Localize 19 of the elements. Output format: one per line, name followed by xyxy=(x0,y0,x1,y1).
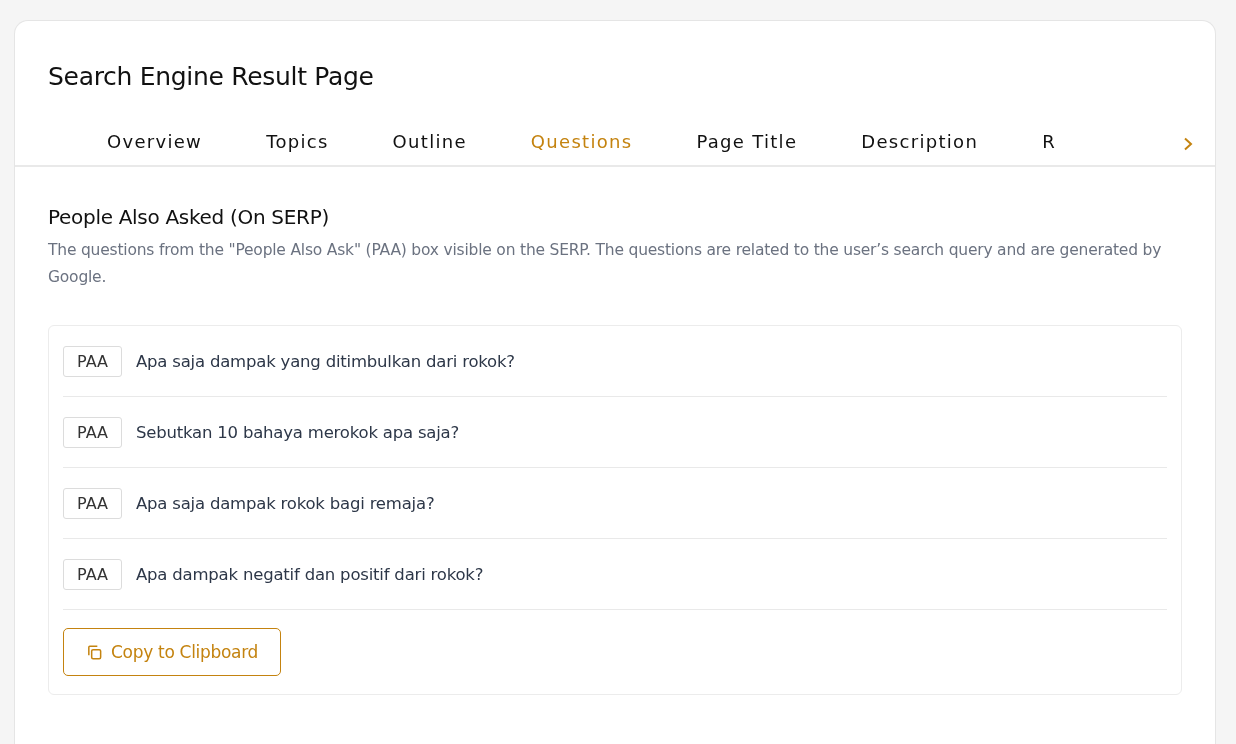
paa-tag: PAA xyxy=(63,345,122,377)
question-text: Apa saja dampak yang ditimbulkan dari rokok? xyxy=(135,351,515,371)
tab[interactable]: Description xyxy=(861,123,979,165)
question-text: Apa saja dampak rokok bagi remaja? xyxy=(135,493,435,513)
tab[interactable]: Page Title xyxy=(696,123,798,165)
tab[interactable]: Overview xyxy=(107,123,203,165)
paa-tag: PAA xyxy=(63,416,122,448)
copy-icon xyxy=(86,643,103,661)
page-title: Search Engine Result Page xyxy=(48,61,375,93)
tab[interactable]: Topics xyxy=(266,123,329,165)
tab[interactable]: Outline xyxy=(392,123,467,165)
paa-tag: PAA xyxy=(63,487,122,519)
tab[interactable]: R xyxy=(1042,123,1056,165)
question-text: Sebutkan 10 bahaya merokok apa saja? xyxy=(135,422,460,442)
section-heading: People Also Asked (On SERP) xyxy=(48,205,330,229)
section-description: The questions from the "People Also Ask" (PAA) box visible on the SERP. The questions are related to the user’s search query and are generated by Google. xyxy=(48,240,1163,288)
paa-tag: PAA xyxy=(63,558,122,590)
chevron-right-icon[interactable] xyxy=(1183,137,1193,151)
question-text: Apa dampak negatif dan positif dari rokok? xyxy=(135,564,484,584)
